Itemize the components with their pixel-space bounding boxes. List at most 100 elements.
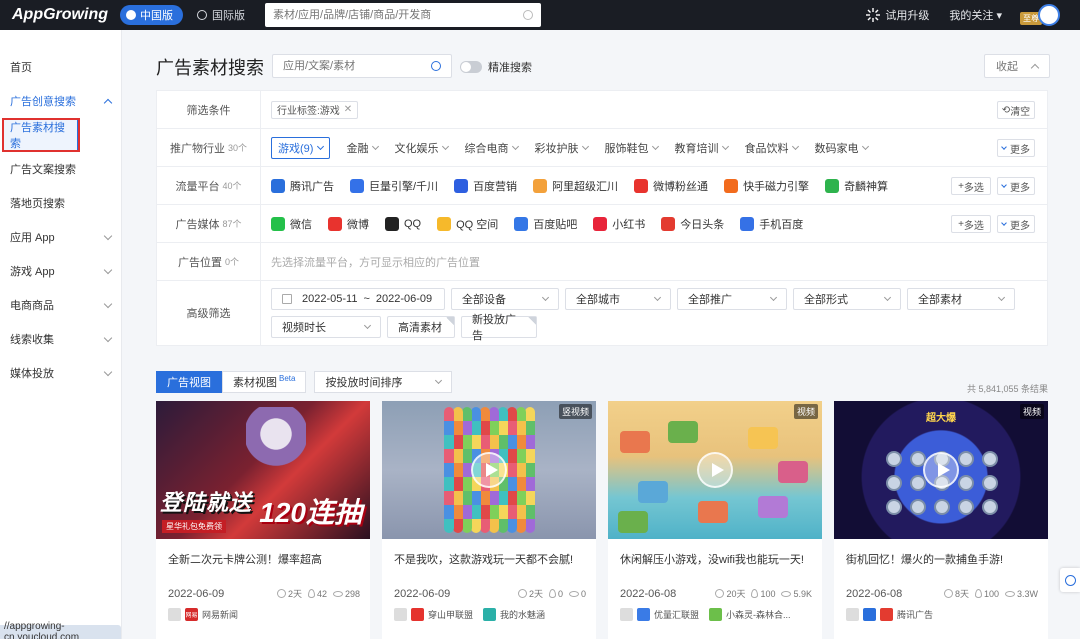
- color-tube: [444, 407, 454, 533]
- ad-title[interactable]: 街机回忆！爆火的一款捕鱼手游!: [834, 539, 1048, 589]
- city-select[interactable]: 全部城市: [565, 288, 671, 310]
- chevron-down-icon: [541, 293, 550, 302]
- sidebar-item-media[interactable]: 媒体投放: [0, 356, 121, 390]
- ad-thumbnail[interactable]: 视频: [608, 401, 822, 539]
- collapse-button[interactable]: 收起: [984, 54, 1050, 78]
- material-select[interactable]: 全部素材: [907, 288, 1015, 310]
- sidebar-item-copy-search[interactable]: 广告文案搜索: [0, 152, 121, 186]
- toggle-switch[interactable]: [460, 61, 482, 73]
- sidebar-item-label: 广告素材搜索: [10, 122, 65, 150]
- promotion-select[interactable]: 全部推广: [677, 288, 787, 310]
- ad-media-name: 手机百度: [759, 218, 804, 231]
- more-button[interactable]: 更多: [997, 177, 1035, 195]
- more-button[interactable]: 更多: [997, 215, 1035, 233]
- region-china-tab[interactable]: 中国版: [120, 5, 183, 25]
- industry-option[interactable]: 数码家电: [814, 140, 870, 156]
- hd-material-checkbox[interactable]: 高清素材: [387, 316, 455, 338]
- app-logo[interactable]: AppGrowing: [12, 6, 112, 24]
- clear-filters-button[interactable]: ⟲ 清空: [997, 101, 1035, 119]
- ad-media-option[interactable]: 微信: [271, 216, 312, 232]
- precise-search-label: 精准搜索: [488, 62, 532, 74]
- ad-card[interactable]: 竖视频 不是我吹，这款游戏玩一天都不会腻! 2022-06-09 2天 0 0 …: [382, 401, 596, 639]
- sidebar-item-games[interactable]: 游戏 App: [0, 254, 121, 288]
- sidebar-item-material-search[interactable]: 广告素材搜索: [2, 118, 80, 152]
- industry-option[interactable]: 彩妆护肤: [534, 140, 590, 156]
- format-select[interactable]: 全部形式: [793, 288, 901, 310]
- ad-card[interactable]: 登陆就送 120连抽 星华礼包免费领 全新二次元卡牌公测！爆率超高 2022-0…: [156, 401, 370, 639]
- ad-title[interactable]: 休闲解压小游戏，没wifi我也能玩一天!: [608, 539, 822, 589]
- industry-option[interactable]: 服饰鞋包: [604, 140, 660, 156]
- industry-option[interactable]: 综合电商: [464, 140, 520, 156]
- search-icon[interactable]: [431, 61, 441, 71]
- industry-option[interactable]: 食品饮料: [744, 140, 800, 156]
- ad-media-option[interactable]: 百度贴吧: [514, 216, 577, 232]
- sidebar-item-leads[interactable]: 线索收集: [0, 322, 121, 356]
- material-search-input[interactable]: [283, 60, 431, 72]
- sidebar-item-label: 落地页搜索: [10, 198, 65, 210]
- island-building: [698, 501, 728, 523]
- traffic-platform-option[interactable]: 巨量引擎/千川: [350, 178, 438, 194]
- sidebar-item-creative-search[interactable]: 广告创意搜索: [0, 84, 121, 118]
- industry-option-game[interactable]: 游戏(9): [271, 136, 331, 159]
- ad-thumbnail[interactable]: 登陆就送 120连抽 星华礼包免费领: [156, 401, 370, 539]
- ad-media: 穿山甲联盟 我的水魅涵: [394, 608, 586, 621]
- traffic-platform-logo-icon: [724, 178, 739, 193]
- sort-select[interactable]: 按投放时间排序: [314, 371, 453, 393]
- new-ads-checkbox[interactable]: 新投放广告: [461, 314, 537, 342]
- tab-ad-view[interactable]: 广告视图: [156, 371, 222, 393]
- industry-option[interactable]: 文化娱乐: [394, 140, 450, 156]
- industry-option[interactable]: 教育培训: [674, 140, 730, 156]
- traffic-platform-option[interactable]: 腾讯广告: [271, 178, 334, 194]
- close-icon[interactable]: ✕: [344, 104, 352, 115]
- date-range-picker[interactable]: 2022-05-11 ~ 2022-06-09: [271, 288, 445, 310]
- search-icon[interactable]: [523, 10, 533, 20]
- filter-chip[interactable]: 行业标签:游戏 ✕: [271, 100, 359, 119]
- traffic-platform-option[interactable]: 阿里超级汇川: [533, 178, 618, 194]
- color-tube: [453, 407, 463, 533]
- ad-title[interactable]: 全新二次元卡牌公测！爆率超高: [156, 539, 370, 589]
- ad-media-logo-icon: [437, 216, 452, 231]
- ad-title[interactable]: 不是我吹，这款游戏玩一天都不会腻!: [382, 539, 596, 589]
- traffic-platform-option[interactable]: 百度营销: [454, 178, 517, 194]
- device-select[interactable]: 全部设备: [451, 288, 559, 310]
- chevron-down-icon: [103, 367, 113, 376]
- global-search-input[interactable]: [273, 9, 523, 21]
- sidebar-item-apps[interactable]: 应用 App: [0, 220, 121, 254]
- traffic-platform-option[interactable]: 微博粉丝通: [634, 178, 708, 194]
- sidebar-item-landing-search[interactable]: 落地页搜索: [0, 186, 121, 220]
- ad-media-option[interactable]: 手机百度: [740, 216, 803, 232]
- ad-media-option[interactable]: 微博: [328, 216, 369, 232]
- page-title: 广告素材搜索: [156, 58, 264, 78]
- region-international-tab[interactable]: 国际版: [197, 7, 245, 23]
- ad-media-option[interactable]: QQ 空间: [437, 216, 498, 232]
- video-duration-select[interactable]: 视频时长: [271, 316, 381, 338]
- precise-search-toggle[interactable]: 精准搜索: [460, 59, 532, 75]
- ad-card[interactable]: 视频 休闲解压小游戏，没wifi我也能玩一天! 2022-06-08 20天 1…: [608, 401, 822, 639]
- ad-media-option[interactable]: QQ: [385, 216, 421, 231]
- ad-thumbnail[interactable]: 竖视频: [382, 401, 596, 539]
- avatar[interactable]: [1038, 4, 1060, 26]
- island-building: [778, 461, 808, 483]
- tab-material-view[interactable]: 素材视图 Beta: [222, 371, 307, 393]
- sidebar-item-ecommerce[interactable]: 电商商品: [0, 288, 121, 322]
- trial-upgrade-button[interactable]: 试用升级: [866, 7, 929, 23]
- play-icon[interactable]: [697, 452, 733, 488]
- multi-select-button[interactable]: + 多选: [951, 177, 991, 195]
- sidebar-item-home[interactable]: 首页: [0, 50, 121, 84]
- multi-select-button[interactable]: + 多选: [951, 215, 991, 233]
- ad-thumbnail[interactable]: 视频 超大爆: [834, 401, 1048, 539]
- traffic-platform-option[interactable]: 快手磁力引擎: [724, 178, 809, 194]
- user-menu[interactable]: 至尊: [1020, 2, 1060, 28]
- play-icon[interactable]: [471, 452, 507, 488]
- play-icon[interactable]: [923, 452, 959, 488]
- ad-card[interactable]: 视频 超大爆 街机回忆！爆火的一款捕鱼手游! 2022-06-08 8天 100…: [834, 401, 1048, 639]
- sidebar-item-label: 应用 App: [10, 232, 55, 244]
- ad-media-option[interactable]: 小红书: [593, 216, 645, 232]
- my-follow-menu[interactable]: 我的关注 ▾: [949, 7, 1002, 23]
- industry-option[interactable]: 金融: [346, 140, 380, 156]
- more-button[interactable]: 更多: [997, 139, 1035, 157]
- chat-float-button[interactable]: [1060, 568, 1080, 592]
- traffic-platform-option[interactable]: 奇麟神算: [825, 178, 888, 194]
- material-search: [272, 54, 452, 78]
- ad-media-option[interactable]: 今日头条: [661, 216, 724, 232]
